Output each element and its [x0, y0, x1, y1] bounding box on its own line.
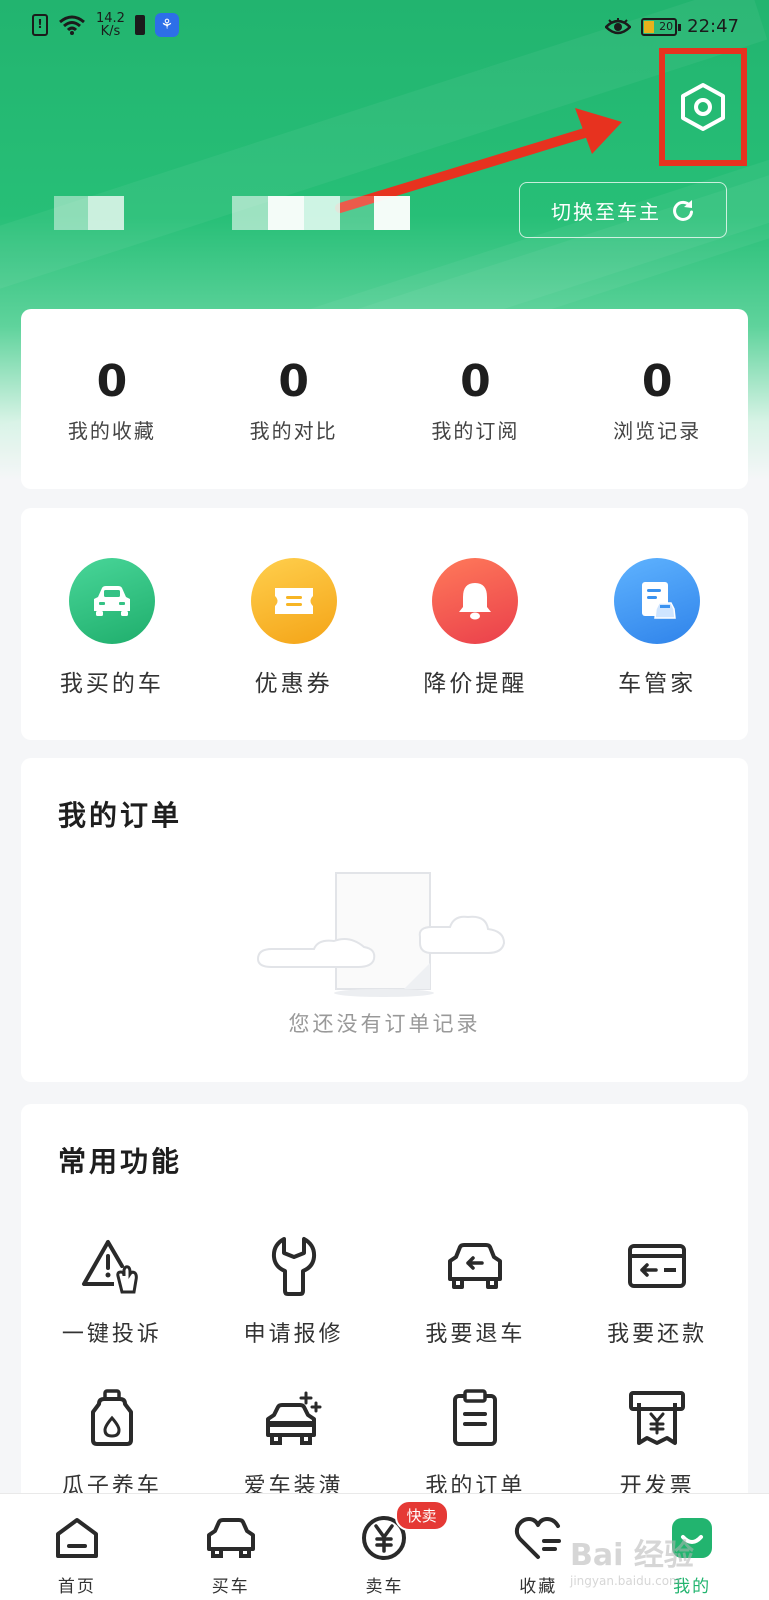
- switch-to-owner-button[interactable]: 切换至车主: [519, 182, 727, 238]
- quick-item-my-cars[interactable]: 我买的车: [21, 508, 203, 740]
- coupon-icon: [250, 558, 337, 644]
- quick-actions-card: 我买的车 优惠券 降价提醒 车管家: [21, 508, 748, 740]
- tab-sell-car[interactable]: 快卖 卖车: [308, 1494, 462, 1600]
- feature-complaint[interactable]: 一键投诉: [21, 1234, 203, 1348]
- tab-buy-car[interactable]: 买车: [154, 1494, 308, 1600]
- app-notification-icon: ⚘: [154, 13, 179, 37]
- heart-icon: [512, 1512, 564, 1564]
- feature-my-orders[interactable]: 我的订单: [385, 1386, 567, 1500]
- section-title: 我的订单: [58, 799, 183, 832]
- empty-orders-text: 您还没有订单记录: [288, 1012, 481, 1036]
- stat-label: 我的对比: [249, 419, 338, 443]
- settings-hexagon-icon: [681, 83, 725, 131]
- watermark-logo: Bai 经验 jingyan.baidu.com: [570, 1538, 694, 1588]
- stat-history[interactable]: 0 浏览记录: [566, 309, 748, 489]
- wrench-icon: [262, 1234, 326, 1298]
- section-title: 常用功能: [58, 1145, 183, 1178]
- wifi-icon: [59, 15, 85, 35]
- oil-bottle-icon: [80, 1386, 144, 1450]
- feature-car-maintenance[interactable]: 瓜子养车: [21, 1386, 203, 1500]
- settings-button[interactable]: [659, 48, 747, 166]
- feature-repayment[interactable]: 我要还款: [566, 1234, 748, 1348]
- car-document-icon: [614, 558, 701, 644]
- stats-card: 0 我的收藏 0 我的对比 0 我的订阅 0 浏览记录: [21, 309, 748, 489]
- stat-label: 我的订阅: [431, 419, 520, 443]
- car-icon: [68, 558, 155, 644]
- tab-home[interactable]: 首页: [0, 1494, 154, 1600]
- feature-return-car[interactable]: 我要退车: [385, 1234, 567, 1348]
- feature-car-decoration[interactable]: 爱车装潢: [203, 1386, 385, 1500]
- stat-value: 0: [96, 356, 128, 407]
- battery-saver-icon: [134, 15, 145, 35]
- stat-favorites[interactable]: 0 我的收藏: [21, 309, 203, 489]
- refresh-icon: [673, 200, 693, 221]
- car-outline-icon: [205, 1512, 257, 1564]
- invoice-icon: [625, 1386, 689, 1450]
- quick-item-coupons[interactable]: 优惠券: [203, 508, 385, 740]
- stat-subscriptions[interactable]: 0 我的订阅: [385, 309, 567, 489]
- quick-item-car-manager[interactable]: 车管家: [566, 508, 748, 740]
- clock: 22:47: [687, 16, 739, 37]
- warning-hand-icon: [80, 1234, 144, 1298]
- empty-orders-illustration: [256, 872, 506, 997]
- car-sparkle-icon: [262, 1386, 326, 1450]
- clipboard-icon: [443, 1386, 507, 1450]
- stat-value: 0: [460, 356, 491, 407]
- user-id-pixelated: [232, 196, 410, 230]
- car-return-icon: [443, 1234, 507, 1298]
- stat-value: 0: [641, 356, 673, 407]
- features-card: 常用功能 一键投诉 申请报修 我要退车 我要还款 瓜子养车 爱车装潢 我的订单 …: [21, 1104, 748, 1524]
- stat-label: 我的收藏: [67, 419, 156, 443]
- bell-icon: [432, 558, 519, 644]
- quick-sell-badge: 快卖: [394, 1500, 449, 1531]
- status-bar: ! 14.2 K/s ⚘ 20 22:47: [0, 0, 769, 60]
- stat-compare[interactable]: 0 我的对比: [203, 309, 385, 489]
- quick-item-price-alert[interactable]: 降价提醒: [385, 508, 567, 740]
- card-return-icon: [625, 1234, 689, 1298]
- user-name-pixelated: [54, 196, 124, 230]
- sim-alert-icon: !: [32, 14, 48, 36]
- eye-icon: [605, 17, 632, 34]
- battery-icon: 20: [641, 17, 682, 36]
- stat-value: 0: [278, 356, 309, 407]
- stat-label: 浏览记录: [613, 419, 702, 443]
- home-icon: [51, 1512, 103, 1564]
- network-speed: 14.2 K/s: [96, 11, 125, 39]
- feature-invoice[interactable]: 开发票: [566, 1386, 748, 1500]
- orders-card: 我的订单 您还没有订单记录: [21, 758, 748, 1082]
- feature-repair[interactable]: 申请报修: [203, 1234, 385, 1348]
